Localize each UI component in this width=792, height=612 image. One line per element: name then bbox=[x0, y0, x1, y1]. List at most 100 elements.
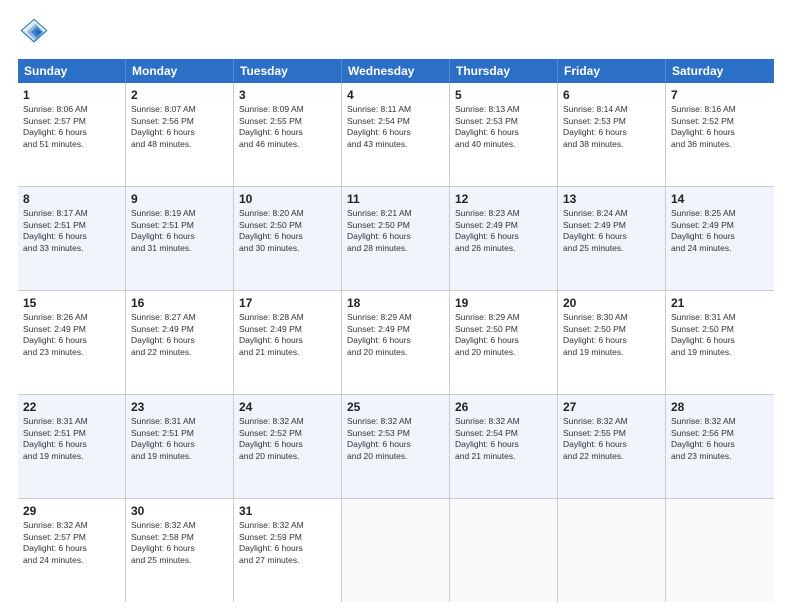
header-day-monday: Monday bbox=[126, 59, 234, 83]
day-cell-4: 4Sunrise: 8:11 AM Sunset: 2:54 PM Daylig… bbox=[342, 83, 450, 186]
calendar-row-5: 29Sunrise: 8:32 AM Sunset: 2:57 PM Dayli… bbox=[18, 499, 774, 602]
day-number: 11 bbox=[347, 191, 444, 207]
day-cell-9: 9Sunrise: 8:19 AM Sunset: 2:51 PM Daylig… bbox=[126, 187, 234, 290]
day-number: 16 bbox=[131, 295, 228, 311]
day-cell-26: 26Sunrise: 8:32 AM Sunset: 2:54 PM Dayli… bbox=[450, 395, 558, 498]
day-info: Sunrise: 8:29 AM Sunset: 2:49 PM Dayligh… bbox=[347, 312, 412, 356]
day-info: Sunrise: 8:31 AM Sunset: 2:51 PM Dayligh… bbox=[131, 416, 196, 460]
day-info: Sunrise: 8:25 AM Sunset: 2:49 PM Dayligh… bbox=[671, 208, 736, 252]
day-cell-30: 30Sunrise: 8:32 AM Sunset: 2:58 PM Dayli… bbox=[126, 499, 234, 602]
day-info: Sunrise: 8:32 AM Sunset: 2:52 PM Dayligh… bbox=[239, 416, 304, 460]
day-info: Sunrise: 8:17 AM Sunset: 2:51 PM Dayligh… bbox=[23, 208, 88, 252]
day-info: Sunrise: 8:32 AM Sunset: 2:56 PM Dayligh… bbox=[671, 416, 736, 460]
logo bbox=[18, 18, 52, 51]
day-cell-23: 23Sunrise: 8:31 AM Sunset: 2:51 PM Dayli… bbox=[126, 395, 234, 498]
day-cell-10: 10Sunrise: 8:20 AM Sunset: 2:50 PM Dayli… bbox=[234, 187, 342, 290]
day-cell-17: 17Sunrise: 8:28 AM Sunset: 2:49 PM Dayli… bbox=[234, 291, 342, 394]
day-cell-18: 18Sunrise: 8:29 AM Sunset: 2:49 PM Dayli… bbox=[342, 291, 450, 394]
day-cell-16: 16Sunrise: 8:27 AM Sunset: 2:49 PM Dayli… bbox=[126, 291, 234, 394]
day-info: Sunrise: 8:31 AM Sunset: 2:51 PM Dayligh… bbox=[23, 416, 88, 460]
header-day-thursday: Thursday bbox=[450, 59, 558, 83]
day-info: Sunrise: 8:32 AM Sunset: 2:53 PM Dayligh… bbox=[347, 416, 412, 460]
day-info: Sunrise: 8:32 AM Sunset: 2:58 PM Dayligh… bbox=[131, 520, 196, 564]
day-info: Sunrise: 8:32 AM Sunset: 2:54 PM Dayligh… bbox=[455, 416, 520, 460]
day-number: 13 bbox=[563, 191, 660, 207]
day-info: Sunrise: 8:30 AM Sunset: 2:50 PM Dayligh… bbox=[563, 312, 628, 356]
day-cell-6: 6Sunrise: 8:14 AM Sunset: 2:53 PM Daylig… bbox=[558, 83, 666, 186]
day-cell-22: 22Sunrise: 8:31 AM Sunset: 2:51 PM Dayli… bbox=[18, 395, 126, 498]
day-info: Sunrise: 8:11 AM Sunset: 2:54 PM Dayligh… bbox=[347, 104, 411, 148]
day-cell-29: 29Sunrise: 8:32 AM Sunset: 2:57 PM Dayli… bbox=[18, 499, 126, 602]
header-day-wednesday: Wednesday bbox=[342, 59, 450, 83]
day-cell-27: 27Sunrise: 8:32 AM Sunset: 2:55 PM Dayli… bbox=[558, 395, 666, 498]
day-cell-7: 7Sunrise: 8:16 AM Sunset: 2:52 PM Daylig… bbox=[666, 83, 774, 186]
day-info: Sunrise: 8:23 AM Sunset: 2:49 PM Dayligh… bbox=[455, 208, 520, 252]
day-number: 8 bbox=[23, 191, 120, 207]
day-number: 24 bbox=[239, 399, 336, 415]
day-cell-15: 15Sunrise: 8:26 AM Sunset: 2:49 PM Dayli… bbox=[18, 291, 126, 394]
day-number: 4 bbox=[347, 87, 444, 103]
day-number: 26 bbox=[455, 399, 552, 415]
day-number: 28 bbox=[671, 399, 769, 415]
day-cell-31: 31Sunrise: 8:32 AM Sunset: 2:59 PM Dayli… bbox=[234, 499, 342, 602]
day-info: Sunrise: 8:31 AM Sunset: 2:50 PM Dayligh… bbox=[671, 312, 736, 356]
day-number: 15 bbox=[23, 295, 120, 311]
day-number: 9 bbox=[131, 191, 228, 207]
day-info: Sunrise: 8:27 AM Sunset: 2:49 PM Dayligh… bbox=[131, 312, 196, 356]
day-number: 14 bbox=[671, 191, 769, 207]
calendar-row-3: 15Sunrise: 8:26 AM Sunset: 2:49 PM Dayli… bbox=[18, 291, 774, 395]
day-cell-11: 11Sunrise: 8:21 AM Sunset: 2:50 PM Dayli… bbox=[342, 187, 450, 290]
calendar: SundayMondayTuesdayWednesdayThursdayFrid… bbox=[18, 59, 774, 602]
day-cell-5: 5Sunrise: 8:13 AM Sunset: 2:53 PM Daylig… bbox=[450, 83, 558, 186]
day-cell-21: 21Sunrise: 8:31 AM Sunset: 2:50 PM Dayli… bbox=[666, 291, 774, 394]
day-info: Sunrise: 8:13 AM Sunset: 2:53 PM Dayligh… bbox=[455, 104, 520, 148]
day-number: 18 bbox=[347, 295, 444, 311]
day-number: 25 bbox=[347, 399, 444, 415]
day-number: 1 bbox=[23, 87, 120, 103]
day-cell-3: 3Sunrise: 8:09 AM Sunset: 2:55 PM Daylig… bbox=[234, 83, 342, 186]
day-number: 3 bbox=[239, 87, 336, 103]
day-info: Sunrise: 8:24 AM Sunset: 2:49 PM Dayligh… bbox=[563, 208, 628, 252]
day-number: 17 bbox=[239, 295, 336, 311]
day-info: Sunrise: 8:32 AM Sunset: 2:57 PM Dayligh… bbox=[23, 520, 88, 564]
day-cell-2: 2Sunrise: 8:07 AM Sunset: 2:56 PM Daylig… bbox=[126, 83, 234, 186]
day-info: Sunrise: 8:19 AM Sunset: 2:51 PM Dayligh… bbox=[131, 208, 196, 252]
calendar-row-1: 1Sunrise: 8:06 AM Sunset: 2:57 PM Daylig… bbox=[18, 83, 774, 187]
day-cell-20: 20Sunrise: 8:30 AM Sunset: 2:50 PM Dayli… bbox=[558, 291, 666, 394]
header-day-sunday: Sunday bbox=[18, 59, 126, 83]
day-number: 21 bbox=[671, 295, 769, 311]
day-info: Sunrise: 8:26 AM Sunset: 2:49 PM Dayligh… bbox=[23, 312, 88, 356]
day-number: 5 bbox=[455, 87, 552, 103]
day-number: 27 bbox=[563, 399, 660, 415]
calendar-row-2: 8Sunrise: 8:17 AM Sunset: 2:51 PM Daylig… bbox=[18, 187, 774, 291]
day-number: 29 bbox=[23, 503, 120, 519]
day-info: Sunrise: 8:09 AM Sunset: 2:55 PM Dayligh… bbox=[239, 104, 304, 148]
day-info: Sunrise: 8:20 AM Sunset: 2:50 PM Dayligh… bbox=[239, 208, 304, 252]
day-cell-25: 25Sunrise: 8:32 AM Sunset: 2:53 PM Dayli… bbox=[342, 395, 450, 498]
day-cell-24: 24Sunrise: 8:32 AM Sunset: 2:52 PM Dayli… bbox=[234, 395, 342, 498]
calendar-row-4: 22Sunrise: 8:31 AM Sunset: 2:51 PM Dayli… bbox=[18, 395, 774, 499]
day-info: Sunrise: 8:32 AM Sunset: 2:59 PM Dayligh… bbox=[239, 520, 304, 564]
day-cell-19: 19Sunrise: 8:29 AM Sunset: 2:50 PM Dayli… bbox=[450, 291, 558, 394]
day-cell-28: 28Sunrise: 8:32 AM Sunset: 2:56 PM Dayli… bbox=[666, 395, 774, 498]
empty-cell bbox=[450, 499, 558, 602]
page: SundayMondayTuesdayWednesdayThursdayFrid… bbox=[0, 0, 792, 612]
day-number: 6 bbox=[563, 87, 660, 103]
day-info: Sunrise: 8:06 AM Sunset: 2:57 PM Dayligh… bbox=[23, 104, 88, 148]
day-cell-14: 14Sunrise: 8:25 AM Sunset: 2:49 PM Dayli… bbox=[666, 187, 774, 290]
day-number: 23 bbox=[131, 399, 228, 415]
header-day-saturday: Saturday bbox=[666, 59, 774, 83]
day-info: Sunrise: 8:14 AM Sunset: 2:53 PM Dayligh… bbox=[563, 104, 628, 148]
day-number: 10 bbox=[239, 191, 336, 207]
calendar-header: SundayMondayTuesdayWednesdayThursdayFrid… bbox=[18, 59, 774, 83]
day-info: Sunrise: 8:32 AM Sunset: 2:55 PM Dayligh… bbox=[563, 416, 628, 460]
empty-cell bbox=[558, 499, 666, 602]
day-number: 12 bbox=[455, 191, 552, 207]
day-number: 30 bbox=[131, 503, 228, 519]
day-info: Sunrise: 8:07 AM Sunset: 2:56 PM Dayligh… bbox=[131, 104, 196, 148]
calendar-body: 1Sunrise: 8:06 AM Sunset: 2:57 PM Daylig… bbox=[18, 83, 774, 602]
day-info: Sunrise: 8:21 AM Sunset: 2:50 PM Dayligh… bbox=[347, 208, 412, 252]
day-info: Sunrise: 8:29 AM Sunset: 2:50 PM Dayligh… bbox=[455, 312, 520, 356]
day-cell-13: 13Sunrise: 8:24 AM Sunset: 2:49 PM Dayli… bbox=[558, 187, 666, 290]
day-number: 20 bbox=[563, 295, 660, 311]
